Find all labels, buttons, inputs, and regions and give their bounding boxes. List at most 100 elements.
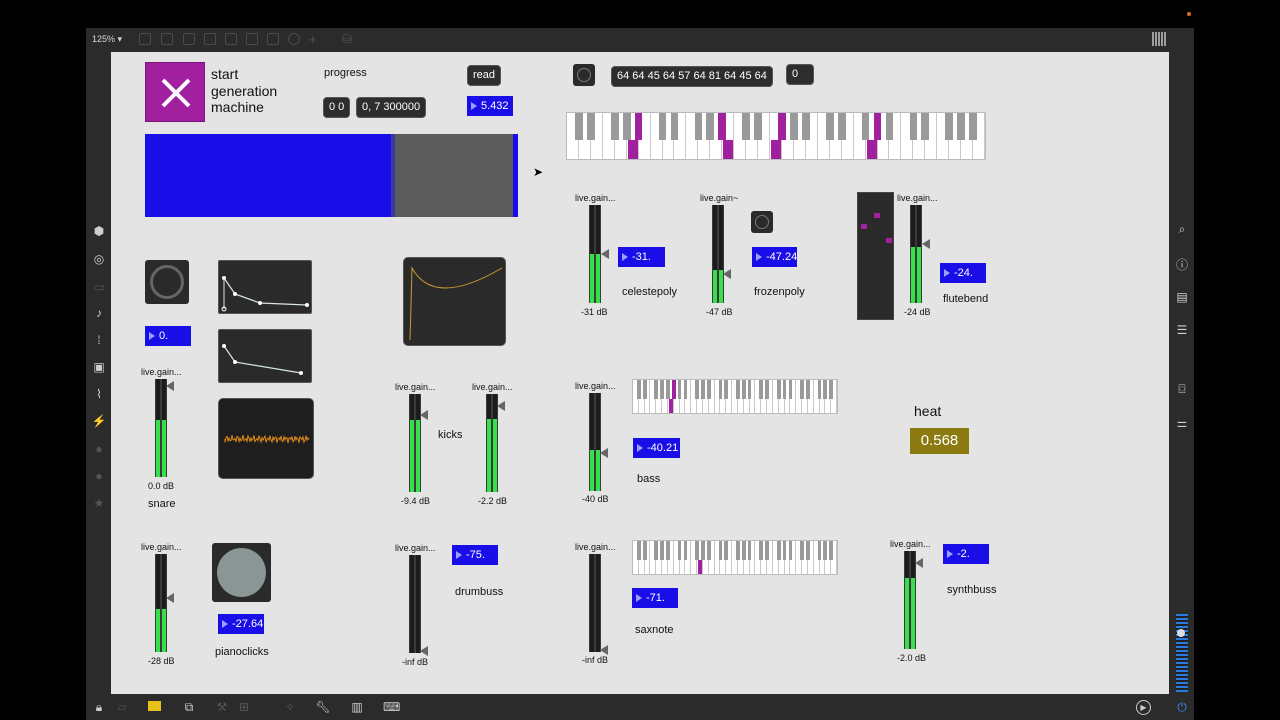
progress-msg-2[interactable]: 0, 7 300000 (356, 97, 427, 118)
sax-keyboard[interactable] (632, 540, 838, 575)
black-key[interactable] (823, 541, 828, 561)
black-key[interactable] (829, 541, 834, 561)
pianoclicks-number[interactable]: -27.64 (218, 614, 264, 634)
black-key[interactable] (788, 541, 793, 561)
volume-slider-knob[interactable] (1177, 629, 1185, 637)
envelope-function-1[interactable] (218, 260, 312, 314)
black-key[interactable] (658, 113, 667, 140)
black-key[interactable] (765, 541, 769, 561)
frozenpoly-gain-handle[interactable] (723, 269, 731, 279)
toolbar-toggle-icon[interactable] (225, 33, 237, 45)
progress-slider[interactable] (145, 134, 518, 217)
frozenpoly-number[interactable]: -47.24 (752, 247, 797, 267)
black-key[interactable] (837, 113, 846, 140)
snare-number[interactable]: 0. (145, 326, 191, 346)
black-key[interactable] (622, 113, 631, 140)
main-keyboard[interactable] (566, 112, 986, 160)
bass-gain-handle[interactable] (600, 448, 608, 458)
black-key[interactable] (718, 380, 723, 400)
black-key[interactable] (642, 380, 647, 400)
black-key[interactable] (747, 380, 752, 400)
camera-icon[interactable]: ⌼ (1174, 382, 1190, 397)
black-key[interactable] (741, 380, 746, 400)
pianoclicks-gain-handle[interactable] (166, 593, 174, 603)
saxnote-number[interactable]: -71. (632, 588, 678, 608)
target-icon[interactable]: ◎ (91, 252, 107, 266)
snare-bang[interactable] (145, 260, 189, 304)
black-key[interactable] (759, 541, 764, 561)
black-key[interactable] (800, 380, 804, 400)
heat-value[interactable]: 0.568 (910, 428, 969, 454)
circle-icon[interactable]: ● (91, 469, 107, 483)
mixer-icon[interactable]: ⚌ (1174, 416, 1190, 430)
black-key[interactable] (695, 380, 699, 400)
black-key[interactable] (660, 541, 664, 561)
celestepoly-number[interactable]: -31. (618, 247, 665, 267)
progress-number[interactable]: 5.432 (467, 96, 513, 116)
black-key[interactable] (829, 380, 834, 400)
black-key[interactable] (817, 541, 822, 561)
celestepoly-gain-handle[interactable] (601, 249, 609, 259)
black-key[interactable] (587, 113, 595, 140)
wrench-icon[interactable]: 🔧︎ (315, 700, 331, 714)
black-key[interactable] (885, 113, 894, 140)
star-icon[interactable]: ★ (91, 496, 107, 510)
black-key[interactable] (800, 541, 804, 561)
pianoclicks-bang[interactable] (212, 543, 271, 602)
bass-gain-slider[interactable] (589, 393, 601, 491)
black-key[interactable] (909, 113, 918, 140)
black-key[interactable] (742, 113, 750, 140)
black-key[interactable] (741, 541, 746, 561)
black-key[interactable] (660, 380, 664, 400)
notes-count[interactable]: 0 (786, 64, 814, 85)
black-key[interactable] (706, 113, 715, 140)
flutebend-gain-handle[interactable] (922, 239, 930, 249)
black-key[interactable] (805, 380, 810, 400)
debug-icon[interactable]: ⚒ (214, 700, 230, 714)
comment-icon[interactable] (148, 701, 161, 711)
paperclip-icon[interactable]: ⌇ (91, 387, 107, 401)
magic-icon[interactable]: ✧ (282, 700, 298, 714)
black-key[interactable] (921, 113, 930, 140)
celestepoly-gain-slider[interactable] (589, 205, 601, 303)
black-key[interactable] (677, 541, 682, 561)
black-key[interactable] (969, 113, 977, 140)
toolbar-message-icon[interactable] (183, 33, 195, 45)
black-key[interactable] (790, 113, 798, 140)
notes-list-msg[interactable]: 64 64 45 64 57 64 81 64 45 64 (611, 66, 773, 87)
black-key[interactable] (670, 113, 679, 140)
info-icon[interactable]: ⓘ (1174, 256, 1190, 273)
black-key[interactable] (861, 113, 870, 140)
toolbar-object-icon[interactable] (161, 33, 173, 45)
toolbar-number-icon[interactable] (267, 33, 279, 45)
synthbuss-number[interactable]: -2. (943, 544, 989, 564)
black-key[interactable] (736, 541, 740, 561)
black-key[interactable] (642, 541, 647, 561)
keyboard-icon[interactable]: ⌨ (383, 700, 400, 714)
saxnote-gain-handle[interactable] (600, 645, 608, 655)
black-key[interactable] (636, 541, 641, 561)
black-key[interactable] (706, 541, 711, 561)
black-key[interactable] (957, 113, 965, 140)
toolbar-lock-icon[interactable] (139, 33, 151, 45)
black-key[interactable] (718, 541, 723, 561)
flutebend-matrix[interactable] (857, 192, 894, 320)
black-key[interactable] (636, 380, 641, 400)
black-key[interactable] (782, 380, 787, 400)
bass-number[interactable]: -40.21 (633, 438, 680, 458)
windows-icon[interactable]: ⧉ (181, 700, 197, 715)
search-icon[interactable]: ⌕ (1174, 222, 1190, 237)
black-key[interactable] (666, 541, 670, 561)
presentation-icon[interactable]: ▱ (114, 700, 130, 714)
snare-gain-handle[interactable] (166, 381, 174, 391)
toolbar-dial-icon[interactable] (288, 33, 300, 45)
reference-icon[interactable]: ▤ (1174, 290, 1190, 304)
grid-icon[interactable] (1152, 32, 1166, 46)
kicks-gain1-slider[interactable] (409, 394, 421, 492)
flutebend-gain-slider[interactable] (910, 205, 922, 303)
black-key[interactable] (825, 113, 834, 140)
black-key[interactable] (736, 380, 740, 400)
black-key[interactable] (788, 380, 793, 400)
frozenpoly-bang[interactable] (751, 211, 773, 233)
package-icon[interactable]: ⬢ (91, 224, 107, 238)
